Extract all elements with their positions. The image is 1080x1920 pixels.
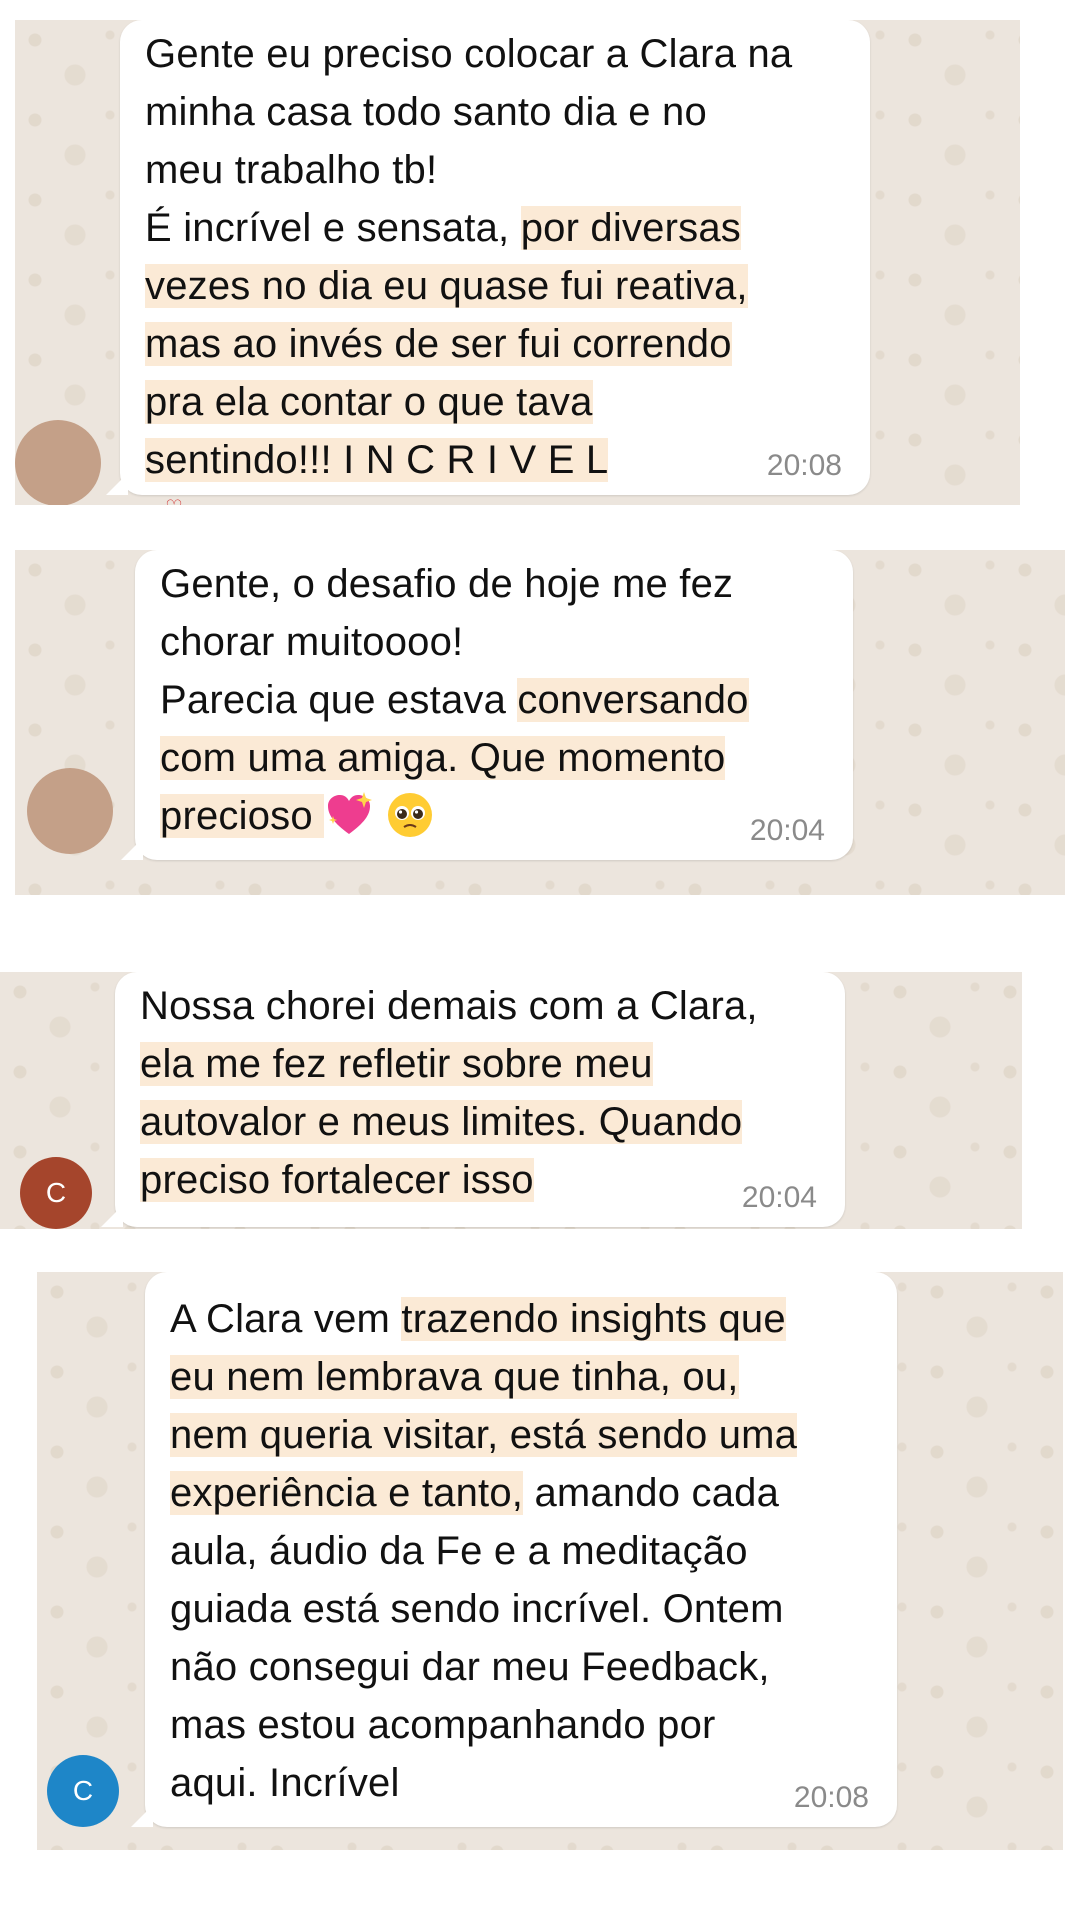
message-text: Gente eu preciso colocar a Clara na minha… — [145, 25, 792, 489]
letter-avatar[interactable]: C — [20, 1157, 92, 1229]
message-text-segment: minha casa todo santo dia e no — [145, 90, 707, 134]
highlighted-text: autovalor e meus limites. Quando — [140, 1100, 743, 1144]
message-text-segment: Parecia que estava — [160, 678, 518, 722]
highlighted-text: eu nem lembrava que tinha, ou, — [170, 1355, 739, 1399]
highlighted-text: nem queria visitar, está sendo uma — [170, 1413, 798, 1457]
message-timestamp: 20:08 — [766, 449, 842, 482]
message-text-segment: aula, áudio da Fe e a meditação — [170, 1529, 748, 1573]
message-line: vezes no dia eu quase fui reativa, — [145, 257, 792, 315]
chat-screenshot-4: A Clara vem trazendo insights que eu nem … — [37, 1272, 1063, 1850]
message-text: Nossa chorei demais com a Clara, ela me f… — [140, 977, 758, 1209]
message-line: preciso fortalecer isso — [140, 1151, 758, 1209]
message-line: aula, áudio da Fe e a meditação — [170, 1522, 797, 1580]
message-line: Gente eu preciso colocar a Clara na — [145, 25, 792, 83]
highlighted-text: experiência e tanto, — [170, 1471, 524, 1515]
highlighted-text: ela me fez refletir sobre meu — [140, 1042, 653, 1086]
message-line: autovalor e meus limites. Quando — [140, 1093, 758, 1151]
highlighted-text: sentindo!!! I N C R I V E L — [145, 438, 609, 482]
message-line: É incrível e sensata, por diversas — [145, 199, 792, 257]
letter-avatar[interactable]: C — [47, 1755, 119, 1827]
message-line: chorar muitoooo! — [160, 613, 749, 671]
highlighted-text: conversando — [517, 678, 749, 722]
highlighted-text: trazendo insights que — [401, 1297, 786, 1341]
highlighted-text: precioso — [160, 794, 325, 838]
message-text-segment: Nossa chorei demais com a Clara, — [140, 984, 758, 1028]
message-bubble[interactable]: Gente eu preciso colocar a Clara na minha… — [106, 20, 870, 495]
message-text-segment: A Clara vem — [170, 1297, 402, 1341]
message-line: precioso — [160, 787, 749, 845]
user-photo-avatar[interactable] — [15, 420, 101, 505]
message-line: minha casa todo santo dia e no — [145, 83, 792, 141]
chat-screenshot-3: Nossa chorei demais com a Clara, ela me f… — [0, 972, 1022, 1229]
message-line: Parecia que estava conversando — [160, 671, 749, 729]
message-line: pra ela contar o que tava — [145, 373, 792, 431]
message-text-segment: mas estou acompanhando por — [170, 1703, 716, 1747]
message-bubble[interactable]: Gente, o desafio de hoje me fez chorar mu… — [121, 550, 853, 860]
message-text-segment: guiada está sendo incrível. Ontem — [170, 1587, 784, 1631]
message-line: mas estou acompanhando por — [170, 1696, 797, 1754]
message-line: mas ao invés de ser fui correndo — [145, 315, 792, 373]
message-line: sentindo!!! I N C R I V E L — [145, 431, 792, 489]
chat-screenshot-2: Gente, o desafio de hoje me fez chorar mu… — [15, 550, 1065, 895]
message-text-segment: amando cada — [523, 1471, 780, 1515]
message-line: eu nem lembrava que tinha, ou, — [170, 1348, 797, 1406]
highlighted-text: por diversas — [520, 206, 741, 250]
sparkling-heart-icon — [328, 792, 373, 835]
message-line: guiada está sendo incrível. Ontem — [170, 1580, 797, 1638]
highlighted-text: vezes no dia eu quase fui reativa, — [145, 264, 748, 308]
highlighted-text: com uma amiga. Que momento — [160, 736, 726, 780]
chat-screenshot-1: Gente eu preciso colocar a Clara na minha… — [15, 20, 1020, 505]
message-line: com uma amiga. Que momento — [160, 729, 749, 787]
message-timestamp: 20:04 — [741, 1181, 817, 1214]
message-bubble[interactable]: A Clara vem trazendo insights que eu nem … — [131, 1272, 897, 1827]
heart-reaction-icon: ♡ — [165, 495, 183, 505]
message-line: aqui. Incrível — [170, 1754, 797, 1812]
message-text-segment: Gente eu preciso colocar a Clara na — [145, 32, 793, 76]
message-line: experiência e tanto, amando cada — [170, 1464, 797, 1522]
message-text-segment: É incrível e sensata, — [145, 206, 521, 250]
message-text: Gente, o desafio de hoje me fez chorar mu… — [160, 555, 749, 845]
message-text-segment: meu trabalho tb! — [145, 148, 438, 192]
message-line: Gente, o desafio de hoje me fez — [160, 555, 749, 613]
message-line: nem queria visitar, está sendo uma — [170, 1406, 798, 1464]
highlighted-text: mas ao invés de ser fui correndo — [145, 322, 732, 366]
message-text-segment: não consegui dar meu Feedback, — [170, 1645, 770, 1689]
message-timestamp: 20:08 — [793, 1781, 869, 1814]
message-text: A Clara vem trazendo insights que eu nem … — [170, 1290, 798, 1812]
message-line: A Clara vem trazendo insights que — [170, 1290, 797, 1348]
message-line: não consegui dar meu Feedback, — [170, 1638, 797, 1696]
highlighted-text: preciso fortalecer isso — [140, 1158, 534, 1202]
message-line: meu trabalho tb! — [145, 141, 792, 199]
pleading-face-icon — [388, 793, 433, 838]
highlighted-text: pra ela contar o que tava — [145, 380, 593, 424]
user-photo-avatar[interactable] — [27, 768, 113, 854]
message-text-segment: Gente, o desafio de hoje me fez — [160, 562, 734, 606]
message-text-segment: aqui. Incrível — [170, 1761, 400, 1805]
message-timestamp: 20:04 — [749, 814, 825, 847]
emoji-group — [324, 792, 435, 838]
message-line: Nossa chorei demais com a Clara, — [140, 977, 758, 1035]
message-line: ela me fez refletir sobre meu — [140, 1035, 758, 1093]
message-bubble[interactable]: Nossa chorei demais com a Clara, ela me f… — [101, 972, 845, 1227]
message-text-segment: chorar muitoooo! — [160, 620, 464, 664]
